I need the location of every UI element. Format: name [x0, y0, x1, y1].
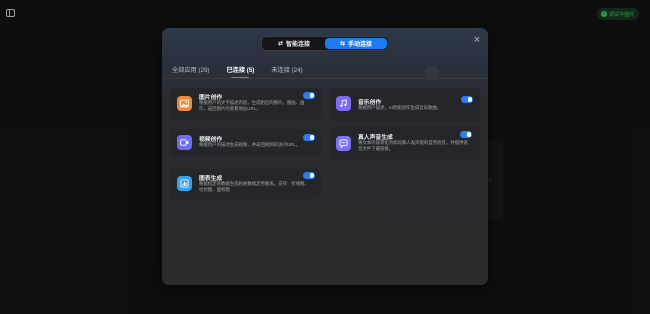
smart-connect-button[interactable]: ⇄ 智能连接 — [263, 38, 325, 49]
chart-icon — [177, 176, 192, 191]
manual-connect-button[interactable]: ⇆ 手动连接 — [325, 38, 387, 49]
card-description: 根据用户的文字描述内容，生成相应的图片。图画、画作，返回图片的查看地址URL。 — [199, 100, 305, 112]
smart-link-icon: ⇄ — [277, 41, 283, 47]
tab-not-connected[interactable]: 未连接 (24) — [271, 65, 302, 76]
image-icon — [177, 96, 192, 111]
plugin-card-chart-generation[interactable]: 图表生成 根据指定的数据生成相关数据走势图表。支持：折线图、柱状图、面积图 — [170, 169, 321, 199]
plugin-card-video-creation[interactable]: 视频创作 根据用户的描述生成视频，并返回视频的访问URL。 — [170, 129, 321, 156]
video-icon — [177, 135, 192, 150]
manual-connect-label: 手动连接 — [348, 42, 373, 48]
manual-link-icon: ⇆ — [339, 41, 345, 47]
plugin-connect-dialog: × ⇄ 智能连接 ⇆ 手动连接 全部应用 (29) 已连接 (5) 未连接 (2… — [162, 28, 488, 285]
tab-divider — [162, 78, 488, 79]
plugin-enable-toggle[interactable] — [303, 92, 315, 99]
plugin-enable-toggle[interactable] — [303, 134, 315, 141]
card-description: 将文本内容转化为如同真人发声般的自然语音，并提供语音文件下载链接。 — [358, 140, 468, 152]
tab-bar: 全部应用 (29) 已连接 (5) 未连接 (24) — [172, 65, 303, 78]
card-description: 根据指定的数据生成相关数据走势图表。支持：折线图、柱状图、面积图 — [199, 181, 309, 193]
connect-mode-switch: ⇄ 智能连接 ⇆ 手动连接 — [261, 36, 389, 51]
plugin-enable-toggle[interactable] — [303, 172, 315, 179]
music-note-icon — [336, 96, 351, 111]
card-description: 根据用户的描述生成视频，并返回视频的访问URL。 — [199, 142, 300, 147]
plugin-card-voice-generation[interactable]: 真人声音生成 将文本内容转化为如同真人发声般的自然语音，并提供语音文件下载链接。 — [329, 127, 480, 161]
plugin-enable-toggle[interactable] — [460, 131, 472, 138]
plugin-card-image-creation[interactable]: 图片创作 根据用户的文字描述内容，生成相应的图片。图画、画作，返回图片的查看地址… — [170, 88, 321, 121]
close-icon[interactable]: × — [472, 35, 482, 46]
tab-connected[interactable]: 已连接 (5) — [226, 65, 254, 78]
plugin-enable-toggle[interactable] — [461, 96, 473, 103]
smart-connect-label: 智能连接 — [286, 42, 311, 48]
tab-all-apps[interactable]: 全部应用 (29) — [172, 65, 209, 76]
card-description: 根据用户描述，AI智能创作生成音乐歌曲。 — [358, 105, 442, 110]
chat-bubble-icon — [336, 136, 351, 151]
plugin-card-music-creation[interactable]: 音乐创作 根据用户描述，AI智能创作生成音乐歌曲。 — [329, 88, 480, 121]
